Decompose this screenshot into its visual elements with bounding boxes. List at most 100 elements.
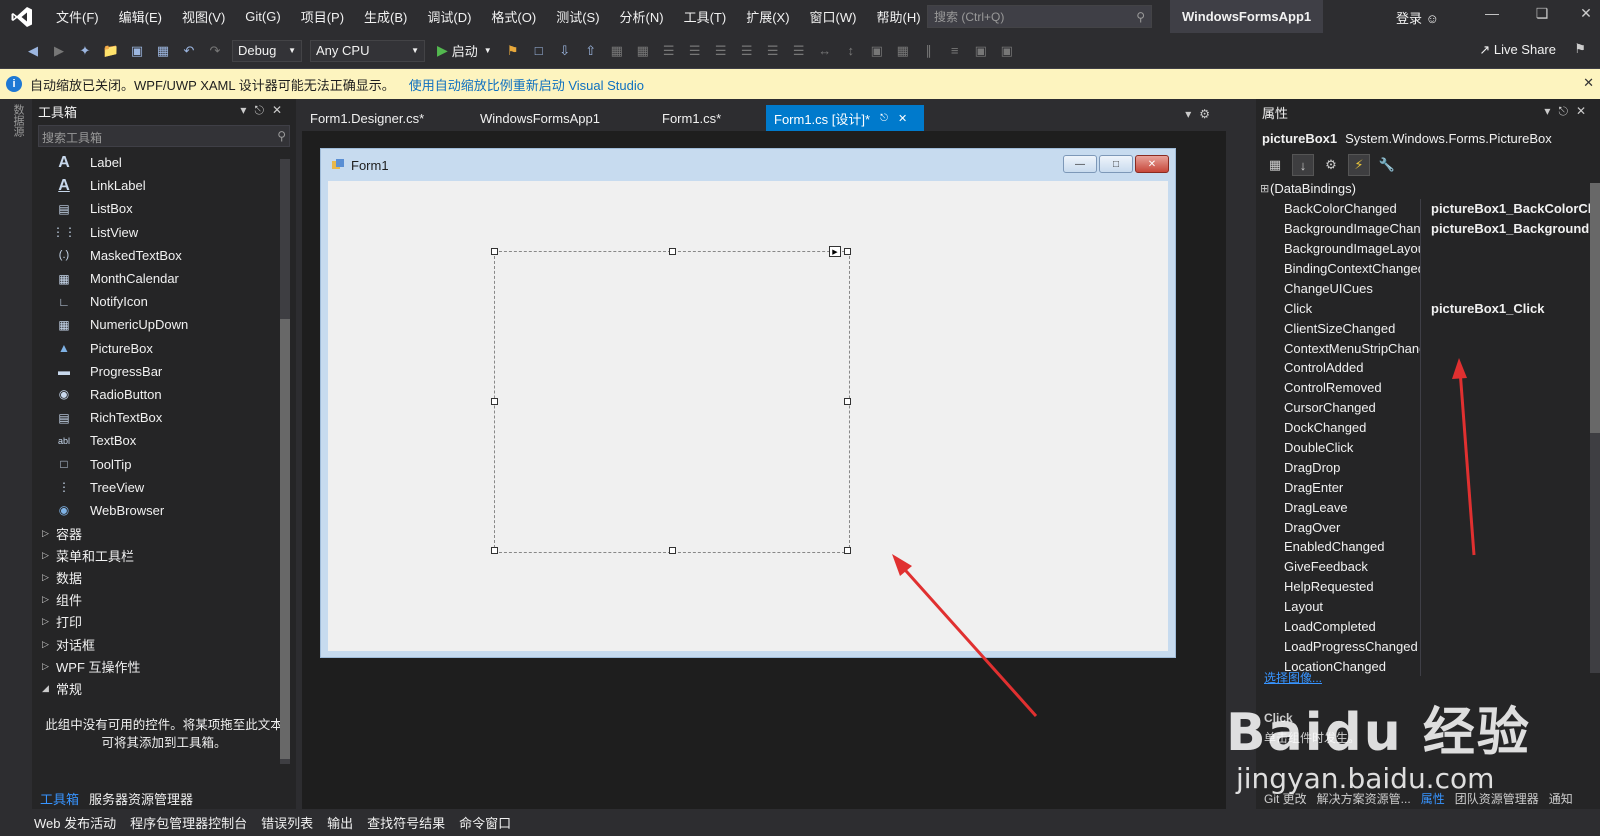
property-row[interactable]: ContextMenuStripChang [1256, 338, 1600, 359]
property-row[interactable]: DockChanged [1256, 417, 1600, 438]
events-icon[interactable]: ⚡ [1348, 154, 1370, 176]
resize-handle[interactable] [491, 248, 498, 255]
toolbox-group-printing[interactable]: ▷ 打印 [32, 611, 296, 633]
categorized-icon[interactable]: ▦ [1264, 154, 1286, 176]
login-link[interactable]: 登录 ☺ [1396, 8, 1439, 27]
pin-icon[interactable]: ⎋ [880, 113, 888, 124]
property-value[interactable] [1420, 656, 1600, 677]
toolbox-item-listbox[interactable]: ▤ ListBox [32, 197, 296, 220]
property-row[interactable]: HelpRequested [1256, 576, 1600, 597]
toolbox-group-menus[interactable]: ▷ 菜单和工具栏 [32, 544, 296, 566]
expand-icon[interactable]: ⊞ [1256, 182, 1270, 195]
minimize-icon[interactable]: — [1480, 5, 1504, 27]
property-row[interactable]: CursorChanged [1256, 397, 1600, 418]
send-back-icon[interactable]: ▣ [997, 41, 1017, 61]
chevron-down-icon[interactable]: ▾ [240, 103, 254, 117]
property-pages-icon[interactable]: 🔧 [1376, 154, 1398, 176]
property-value[interactable] [1420, 179, 1600, 199]
new-project-icon[interactable]: ✦ [75, 41, 95, 61]
property-value[interactable] [1420, 537, 1600, 557]
pin-icon[interactable]: ⎋ [254, 103, 272, 117]
restore-icon[interactable]: ❏ [1530, 5, 1554, 27]
tab-output[interactable]: 输出 [327, 813, 353, 832]
pin-icon[interactable]: ⎋ [1558, 104, 1576, 118]
close-icon[interactable]: ✕ [272, 103, 290, 117]
menu-extensions[interactable]: 扩展(X) [736, 7, 799, 26]
property-value[interactable] [1420, 477, 1600, 498]
property-value[interactable] [1420, 497, 1600, 518]
form-designer-window[interactable]: Form1 — □ ✕ ▶ [320, 148, 1176, 658]
toolbox-item-maskedtextbox[interactable]: (.) MaskedTextBox [32, 244, 296, 267]
property-value[interactable] [1420, 258, 1600, 279]
form-icon[interactable]: □ [529, 41, 549, 61]
property-row[interactable]: ClientSizeChanged [1256, 318, 1600, 339]
property-value[interactable] [1420, 358, 1600, 378]
property-value[interactable] [1420, 437, 1600, 458]
toolbox-group-wpf[interactable]: ▷ WPF 互操作性 [32, 655, 296, 677]
resize-handle[interactable] [491, 547, 498, 554]
toolbox-search-input[interactable]: 搜索工具箱 ⚲ [38, 125, 290, 147]
menu-window[interactable]: 窗口(W) [800, 7, 867, 26]
toolbox-item-treeview[interactable]: ⋮ TreeView [32, 476, 296, 499]
tab-server-explorer[interactable]: 服务器资源管理器 [89, 789, 193, 808]
toolbox-item-webbrowser[interactable]: ◉ WebBrowser [32, 499, 296, 522]
close-icon[interactable]: ✕ [1574, 5, 1598, 27]
align-left-icon[interactable]: ☰ [659, 41, 679, 61]
same-height-icon[interactable]: ↕ [841, 41, 861, 61]
live-share-button[interactable]: ↗ Live Share [1479, 42, 1556, 58]
toolbox-group-data[interactable]: ▷ 数据 [32, 566, 296, 588]
align-right-icon[interactable]: ☰ [711, 41, 731, 61]
align-top-icon[interactable]: ☰ [737, 41, 757, 61]
same-width-icon[interactable]: ↔ [815, 41, 835, 61]
tab-error-list[interactable]: 错误列表 [261, 813, 313, 832]
menu-project[interactable]: 项目(P) [291, 7, 354, 26]
property-row[interactable]: DragDrop [1256, 457, 1600, 478]
resize-handle[interactable] [844, 398, 851, 405]
property-value[interactable] [1420, 318, 1600, 339]
export-icon[interactable]: ⇧ [581, 41, 601, 61]
property-value[interactable] [1420, 457, 1600, 478]
property-row[interactable]: ControlAdded [1256, 358, 1600, 378]
toolbox-item-textbox[interactable]: abl TextBox [32, 429, 296, 452]
property-value[interactable]: pictureBox1_BackColorCl [1420, 198, 1600, 219]
tab-notifications[interactable]: 通知 [1549, 790, 1573, 807]
property-value[interactable] [1420, 517, 1600, 538]
property-row[interactable]: DoubleClick [1256, 437, 1600, 458]
tab-windowsformsapp1[interactable]: WindowsFormsApp1 [472, 105, 654, 131]
property-row[interactable]: DragOver [1256, 517, 1600, 538]
forward-icon[interactable]: ▶ [49, 41, 69, 61]
align-bottom-icon[interactable]: ☰ [789, 41, 809, 61]
scrollbar-thumb[interactable] [280, 319, 290, 759]
menu-test[interactable]: 测试(S) [546, 7, 609, 26]
property-row[interactable]: EnabledChanged [1256, 537, 1600, 557]
toolbox-item-label[interactable]: A Label [32, 151, 296, 174]
property-value[interactable] [1420, 596, 1600, 617]
tab-form1-design[interactable]: Form1.cs [设计]* ⎋ ✕ [766, 105, 924, 131]
menu-debug[interactable]: 调试(D) [417, 7, 481, 26]
property-value[interactable] [1420, 278, 1600, 299]
visual-studio-logo-icon[interactable] [8, 3, 36, 31]
property-row[interactable]: BackgroundImageChang pictureBox1_Backgrou… [1256, 218, 1600, 239]
resize-handle[interactable] [844, 547, 851, 554]
property-row[interactable]: ⊞ (DataBindings) [1256, 179, 1600, 199]
panel-controls[interactable]: ▾⎋✕ [240, 103, 290, 118]
toolbox-group-components[interactable]: ▷ 组件 [32, 589, 296, 611]
save-icon[interactable]: ▣ [127, 41, 147, 61]
property-row[interactable]: ControlRemoved [1256, 377, 1600, 398]
restart-link[interactable]: 使用自动缩放比例重新启动 Visual Studio [409, 75, 644, 94]
save-all-icon[interactable]: ▦ [153, 41, 173, 61]
gear-icon[interactable]: ⚙ [1199, 107, 1218, 121]
property-value[interactable] [1420, 238, 1600, 259]
close-icon[interactable]: ✕ [1583, 75, 1594, 91]
form-close-button[interactable]: ✕ [1135, 155, 1169, 173]
resize-handle[interactable] [844, 248, 851, 255]
undo-icon[interactable]: ↶ [179, 41, 199, 61]
property-value[interactable] [1420, 377, 1600, 398]
toolbox-item-radiobutton[interactable]: ◉ RadioButton [32, 383, 296, 406]
property-value[interactable] [1420, 636, 1600, 657]
platform-select[interactable]: Any CPU ▼ [310, 39, 425, 62]
object-selector[interactable]: pictureBox1 System.Windows.Forms.Picture… [1256, 125, 1600, 151]
toolbox-item-monthcalendar[interactable]: ▦ MonthCalendar [32, 267, 296, 290]
resize-handle[interactable] [669, 547, 676, 554]
data-sources-tab[interactable]: 数据源 [10, 104, 26, 137]
